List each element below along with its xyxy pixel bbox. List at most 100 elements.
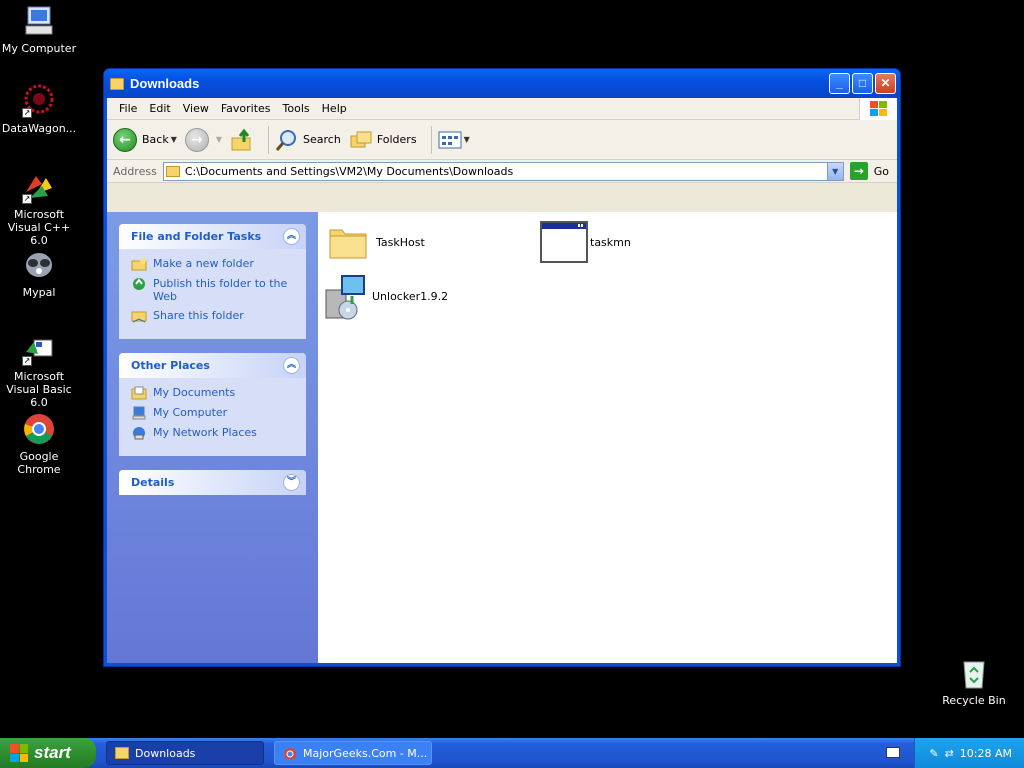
installer-icon	[322, 274, 366, 320]
file-item-taskhost[interactable]: TaskHost	[326, 220, 425, 264]
menu-tools[interactable]: Tools	[277, 102, 316, 115]
desktop-icon-label: DataWagon...	[1, 122, 77, 135]
windows-flag-icon	[10, 744, 28, 762]
collapse-chevron-icon[interactable]: ︽	[283, 357, 300, 374]
share-folder-link[interactable]: Share this folder	[131, 309, 296, 323]
address-value: C:\Documents and Settings\VM2\My Documen…	[184, 164, 514, 178]
task-pane: File and Folder Tasks ︽ Make a new folde…	[107, 212, 318, 663]
dropdown-arrow-icon[interactable]: ▼	[464, 135, 470, 144]
file-folder-tasks-panel: File and Folder Tasks ︽ Make a new folde…	[119, 224, 306, 339]
dropdown-arrow-icon[interactable]: ▼	[216, 135, 222, 144]
desktop-icon-recycle-bin[interactable]: Recycle Bin	[934, 656, 1014, 707]
my-network-places-link[interactable]: My Network Places	[131, 426, 296, 440]
dropdown-arrow-icon[interactable]: ▼	[171, 135, 177, 144]
chrome-icon	[22, 412, 56, 446]
desktop-icon-mypal[interactable]: Mypal	[0, 248, 79, 299]
my-computer-icon	[132, 406, 146, 420]
folder-icon	[326, 220, 370, 264]
go-button[interactable]: → Go	[849, 162, 889, 180]
views-icon	[438, 131, 462, 148]
menu-file[interactable]: File	[113, 102, 143, 115]
menu-edit[interactable]: Edit	[143, 102, 176, 115]
desktop-icon-label: Microsoft Visual Basic 6.0	[6, 370, 72, 409]
details-panel: Details ︾	[119, 470, 306, 495]
toolbar-separator	[268, 125, 270, 154]
address-label: Address	[113, 164, 157, 178]
mypal-icon	[22, 248, 56, 282]
minimize-button[interactable]: _	[829, 73, 850, 94]
other-places-panel: Other Places ︽ My Documents My Computer	[119, 353, 306, 456]
chrome-icon	[284, 748, 296, 759]
publish-web-icon	[133, 278, 145, 290]
system-tray: ✎ ⇄ 10:28 AM	[914, 738, 1024, 768]
forward-button[interactable]: → ▼	[184, 127, 222, 152]
expand-chevron-icon[interactable]: ︾	[283, 474, 300, 491]
taskbar-button-downloads[interactable]: Downloads	[106, 741, 264, 765]
file-item-unlocker[interactable]: Unlocker1.9.2	[322, 274, 448, 320]
toolbar: ← Back ▼ → ▼ Search Folders ▼	[107, 120, 897, 160]
start-button[interactable]: start	[0, 738, 96, 768]
desktop-icon-visual-basic[interactable]: ↗ Microsoft Visual Basic 6.0	[0, 332, 79, 409]
file-list: TaskHost taskmn Unlocker1.9.2	[318, 212, 897, 663]
folders-icon	[350, 131, 372, 147]
search-button[interactable]: Search	[275, 128, 341, 152]
file-item-taskmn[interactable]: taskmn	[540, 220, 631, 264]
keyboard-icon[interactable]	[886, 747, 900, 758]
my-documents-link[interactable]: My Documents	[131, 386, 296, 400]
collapse-chevron-icon[interactable]: ︽	[283, 228, 300, 245]
visual-basic-icon: ↗	[22, 332, 56, 366]
clock[interactable]: 10:28 AM	[960, 747, 1012, 760]
share-folder-icon	[131, 311, 147, 323]
title-bar[interactable]: Downloads _ □ ✕	[104, 69, 900, 98]
explorer-window: Downloads _ □ ✕ File Edit View Favorites…	[103, 68, 901, 667]
panel-header[interactable]: Details ︾	[119, 470, 306, 495]
desktop-icon-label: Mypal	[22, 286, 56, 299]
menu-bar: File Edit View Favorites Tools Help	[107, 98, 897, 120]
publish-folder-link[interactable]: Publish this folder to the Web	[131, 277, 296, 303]
make-new-folder-link[interactable]: Make a new folder	[131, 257, 296, 271]
back-button[interactable]: ← Back ▼	[113, 127, 177, 152]
address-dropdown-icon[interactable]: ▼	[826, 162, 843, 180]
tray-tool-icon[interactable]: ✎	[929, 747, 938, 760]
menu-view[interactable]: View	[177, 102, 215, 115]
desktop-icon-datawagon[interactable]: ↗ DataWagon...	[0, 84, 79, 135]
address-input[interactable]: C:\Documents and Settings\VM2\My Documen…	[162, 161, 844, 181]
desktop-icon-my-computer[interactable]: My Computer	[0, 4, 79, 55]
close-button[interactable]: ✕	[875, 73, 896, 94]
desktop-icon-label: Recycle Bin	[942, 694, 1006, 707]
folder-icon	[115, 747, 129, 759]
my-computer-link[interactable]: My Computer	[131, 406, 296, 420]
menu-help[interactable]: Help	[316, 102, 353, 115]
up-folder-icon	[231, 128, 251, 150]
taskbar: start Downloads MajorGeeks.Com - M... ✎ …	[0, 738, 1024, 768]
maximize-button[interactable]: □	[852, 73, 873, 94]
back-arrow-icon: ←	[113, 127, 137, 152]
views-button[interactable]: ▼	[438, 130, 470, 150]
desktop-icon-visual-cpp[interactable]: ↗ Microsoft Visual C++ 6.0	[0, 170, 79, 247]
visual-cpp-icon: ↗	[22, 170, 56, 204]
recycle-bin-icon	[957, 656, 991, 690]
my-documents-icon	[131, 386, 147, 400]
windows-logo-icon	[859, 98, 897, 120]
desktop-icon-google-chrome[interactable]: Google Chrome	[0, 412, 79, 476]
datawagon-icon: ↗	[22, 84, 56, 118]
address-bar: Address C:\Documents and Settings\VM2\My…	[107, 160, 897, 183]
my-computer-icon	[22, 4, 56, 38]
folder-icon	[110, 77, 124, 90]
application-window-icon	[540, 220, 588, 264]
panel-header[interactable]: File and Folder Tasks ︽	[119, 224, 306, 249]
network-places-icon	[133, 427, 145, 440]
go-arrow-icon: →	[849, 162, 868, 180]
new-folder-icon	[131, 258, 147, 271]
up-folder-button[interactable]	[230, 128, 254, 152]
window-title: Downloads	[130, 76, 200, 91]
folder-icon	[165, 165, 180, 177]
tray-network-icon[interactable]: ⇄	[945, 747, 954, 760]
forward-arrow-icon: →	[184, 127, 209, 152]
taskbar-button-majorgeeks[interactable]: MajorGeeks.Com - M...	[274, 741, 432, 765]
folders-button[interactable]: Folders	[349, 129, 417, 151]
search-icon	[275, 129, 297, 151]
menu-favorites[interactable]: Favorites	[215, 102, 277, 115]
panel-header[interactable]: Other Places ︽	[119, 353, 306, 378]
desktop-icon-label: Google Chrome	[17, 450, 61, 476]
